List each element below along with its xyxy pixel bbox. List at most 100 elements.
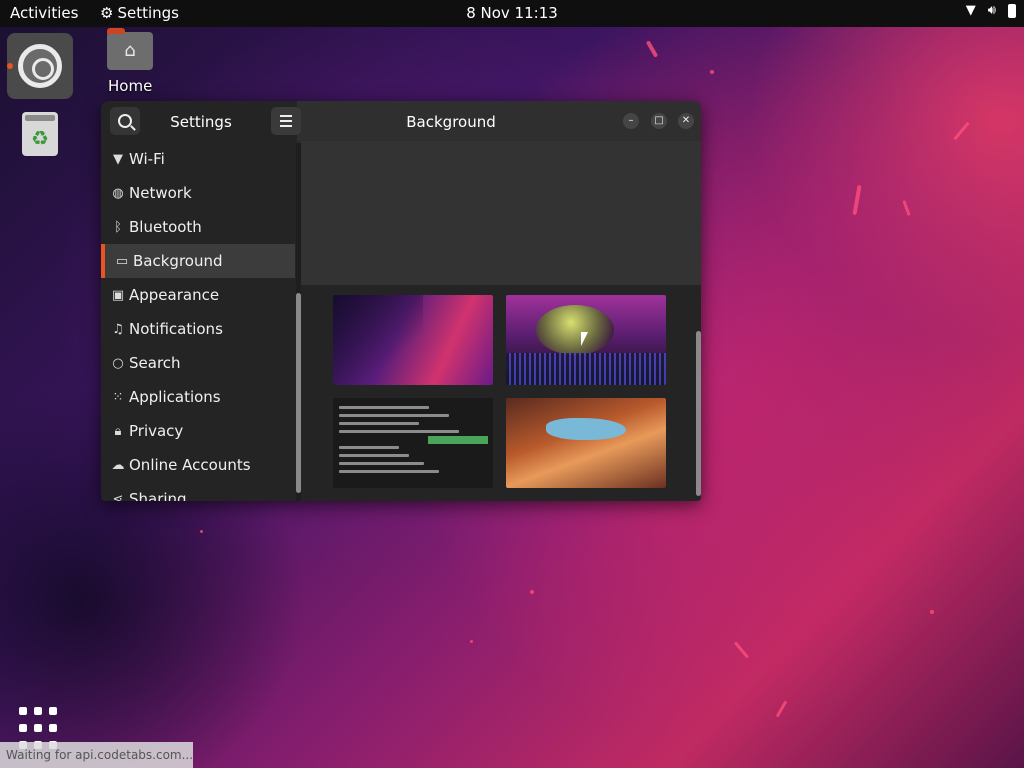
clock[interactable]: 8 Nov 11:13 xyxy=(466,4,558,22)
hamburger-line xyxy=(280,120,292,122)
hamburger-line xyxy=(280,115,292,117)
terminal-progress-bar xyxy=(428,436,488,444)
close-button[interactable]: ✕ xyxy=(678,113,694,129)
appearance-icon: ▣ xyxy=(111,287,125,303)
settings-gear-icon xyxy=(18,44,62,88)
wallpaper-speck xyxy=(710,70,714,74)
sidebar-item-label: Network xyxy=(129,184,192,202)
terminal-line xyxy=(339,430,459,433)
wifi-icon: ▼ xyxy=(965,3,976,18)
sidebar-item-network[interactable]: ◍ Network xyxy=(101,176,295,210)
volume-icon: 🔊︎ xyxy=(987,3,996,18)
sidebar-item-label: Bluetooth xyxy=(129,218,202,236)
wallpaper-speck xyxy=(775,700,788,718)
running-indicator xyxy=(7,63,13,69)
sidebar-item-appearance[interactable]: ▣ Appearance xyxy=(101,278,295,312)
sidebar-item-background[interactable]: ▭ Background xyxy=(101,244,295,278)
header-bar: Settings Background – □ ✕ xyxy=(101,101,701,141)
lock-icon: 🔒︎ xyxy=(114,423,122,439)
hamburger-line xyxy=(280,125,292,127)
sidebar-item-applications[interactable]: ⁙ Applications xyxy=(101,380,295,414)
terminal-line xyxy=(339,462,424,465)
wallpaper-speck xyxy=(902,199,911,217)
sidebar-title: Settings xyxy=(170,113,232,131)
sidebar-item-bluetooth[interactable]: ᛒ Bluetooth xyxy=(101,210,295,244)
wallpaper-speck xyxy=(930,610,934,614)
house-icon: ⌂ xyxy=(124,40,136,61)
activities-button[interactable]: Activities xyxy=(10,4,78,22)
gear-icon: ⚙ xyxy=(100,4,114,22)
grid-dot xyxy=(19,724,27,732)
sidebar-item-label: Online Accounts xyxy=(129,456,251,474)
sphere-image xyxy=(536,305,614,355)
minimize-button[interactable]: – xyxy=(623,113,639,129)
app-menu[interactable]: ⚙ Settings xyxy=(100,4,179,22)
wallpaper-speck xyxy=(530,590,534,594)
battery-icon xyxy=(1008,3,1016,18)
sidebar-item-sharing[interactable]: ⋖ Sharing xyxy=(101,482,295,501)
dock-settings-app[interactable] xyxy=(7,33,73,99)
canyon-sky-image xyxy=(546,418,626,440)
share-icon: ⋖ xyxy=(112,491,124,502)
recycle-icon: ♻ xyxy=(31,126,49,150)
display-icon: ▭ xyxy=(115,253,129,269)
sidebar-item-label: Sharing xyxy=(129,490,187,501)
grid-dot xyxy=(49,707,57,715)
sidebar-item-label: Applications xyxy=(129,388,221,406)
background-panel xyxy=(301,141,701,501)
sidebar-item-label: Appearance xyxy=(129,286,220,304)
background-preview-area xyxy=(301,141,701,285)
terminal-line xyxy=(339,422,419,425)
sidebar: ▼ Wi-Fi ◍ Network ᛒ Bluetooth ▭ Backgrou… xyxy=(101,141,297,501)
wallpaper-speck xyxy=(200,530,203,533)
sidebar-item-label: Notifications xyxy=(129,320,223,338)
search-icon: ○ xyxy=(112,355,124,371)
terminal-line xyxy=(339,454,409,457)
search-button[interactable] xyxy=(110,107,140,135)
app-menu-label: Settings xyxy=(117,4,179,22)
home-folder-icon[interactable]: ⌂ xyxy=(107,28,153,70)
content-scrollbar[interactable] xyxy=(696,331,701,496)
wallpaper-speck xyxy=(470,640,473,643)
sidebar-item-label: Privacy xyxy=(129,422,184,440)
sidebar-item-notifications[interactable]: ♫ Notifications xyxy=(101,312,295,346)
sidebar-item-online-accounts[interactable]: ☁ Online Accounts xyxy=(101,448,295,482)
terminal-line xyxy=(339,414,449,417)
maximize-button[interactable]: □ xyxy=(651,113,667,129)
cloud-icon: ☁ xyxy=(111,457,125,473)
sidebar-item-wifi[interactable]: ▼ Wi-Fi xyxy=(101,142,295,176)
wallpaper-thumbnail[interactable] xyxy=(506,398,666,488)
system-tray[interactable]: ▼ 🔊︎ xyxy=(966,3,1016,18)
main-menu-button[interactable] xyxy=(271,107,301,135)
grid-dot xyxy=(49,724,57,732)
bell-icon: ♫ xyxy=(112,321,124,337)
grid-dot xyxy=(19,707,27,715)
sidebar-item-label: Search xyxy=(129,354,181,372)
mouse-cursor-icon xyxy=(581,332,588,346)
wallpaper-speck xyxy=(852,184,862,216)
network-icon: ◍ xyxy=(112,185,124,201)
grid-dot xyxy=(34,724,42,732)
grid-icon: ⁙ xyxy=(112,389,124,405)
grid-floor-image xyxy=(506,353,666,385)
sidebar-item-label: Wi-Fi xyxy=(129,150,165,168)
settings-window: Settings Background – □ ✕ ▼ Wi-Fi ◍ Netw… xyxy=(101,101,701,501)
wallpaper-thumbnail[interactable] xyxy=(333,398,493,488)
sidebar-item-privacy[interactable]: 🔒︎ Privacy xyxy=(101,414,295,448)
status-bar: Waiting for api.codetabs.com... xyxy=(0,742,193,768)
search-icon xyxy=(118,114,132,128)
page-title: Background xyxy=(406,113,496,131)
terminal-line xyxy=(339,470,439,473)
wallpaper-speck xyxy=(645,40,659,58)
wallpaper-speck xyxy=(953,121,970,141)
wifi-icon: ▼ xyxy=(113,151,123,167)
top-bar: Activities ⚙ Settings 8 Nov 11:13 ▼ 🔊︎ xyxy=(0,0,1024,27)
dock-trash[interactable]: ♻ xyxy=(22,112,58,156)
sidebar-item-search[interactable]: ○ Search xyxy=(101,346,295,380)
wallpaper-speck xyxy=(733,641,750,659)
home-folder-label[interactable]: Home xyxy=(108,77,152,95)
terminal-line xyxy=(339,406,429,409)
wallpaper-thumbnail[interactable] xyxy=(333,295,493,385)
terminal-line xyxy=(339,446,399,449)
bluetooth-icon: ᛒ xyxy=(114,219,122,235)
